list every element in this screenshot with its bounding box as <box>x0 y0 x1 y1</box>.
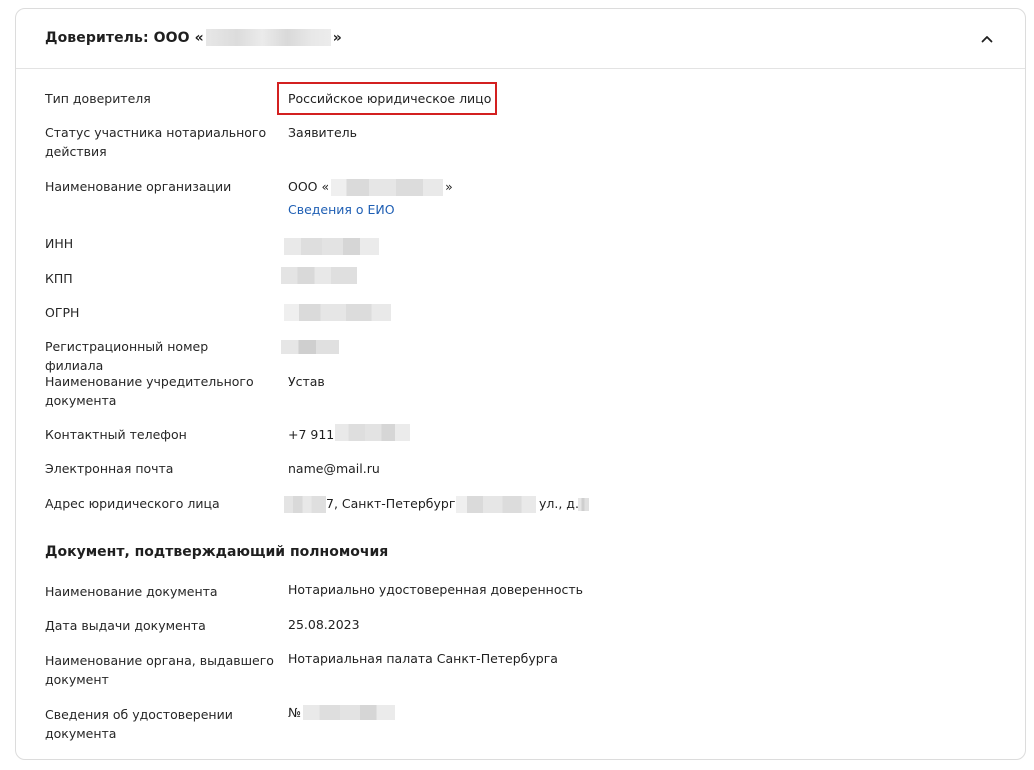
chevron-up-icon[interactable] <box>979 31 995 47</box>
issue-date-label: Дата выдачи документа <box>45 618 206 633</box>
phone-value: +7 911 <box>288 425 334 444</box>
ogrn-label: ОГРН <box>45 305 80 320</box>
org-name-label: Наименование организации <box>45 179 232 194</box>
principal-type-label: Тип доверителя <box>45 91 151 106</box>
redacted-inn <box>284 238 379 255</box>
redacted-street <box>456 496 536 513</box>
issuer-value: Нотариальная палата Санкт-Петербурга <box>288 651 558 666</box>
title-suffix: » <box>332 29 342 46</box>
certification-value: № <box>288 703 301 722</box>
participant-status-label: Статус участника нотариального действия <box>45 125 267 159</box>
redacted-kpp <box>281 267 357 284</box>
address-label: Адрес юридического лица <box>45 496 220 511</box>
address-part-1: 7, Санкт-Петербург, <box>326 496 460 511</box>
principal-card-header[interactable]: Доверитель: ООО « » <box>16 9 1025 69</box>
doc-name-label: Наименование документа <box>45 584 218 599</box>
org-name-prefix: ООО « <box>288 179 330 194</box>
title-prefix: Доверитель: ООО « <box>45 29 204 46</box>
phone-label: Контактный телефон <box>45 427 187 442</box>
redacted-house-number <box>578 498 589 511</box>
doc-name-value: Нотариально удостоверенная доверенность <box>288 582 584 597</box>
redacted-branch-reg-number <box>281 340 339 354</box>
authority-doc-section-title: Документ, подтверждающий полномочия <box>45 544 389 560</box>
redacted-org-name <box>205 29 331 46</box>
inn-label: ИНН <box>45 236 74 251</box>
org-name-suffix: » <box>445 179 453 194</box>
redacted-phone <box>335 424 410 441</box>
principal-card: Доверитель: ООО « » Тип доверителя Росси… <box>15 8 1026 760</box>
org-name-value: ООО « » <box>288 177 453 196</box>
email-value: name@mail.ru <box>288 461 380 476</box>
email-label: Электронная почта <box>45 461 174 476</box>
principal-card-title: Доверитель: ООО « » <box>45 29 342 46</box>
principal-type-value: Российское юридическое лицо <box>288 91 492 106</box>
branch-reg-number-label: Регистрационный номер филиала <box>45 339 209 373</box>
participant-status-value: Заявитель <box>288 125 358 140</box>
redacted-postal-code <box>284 496 326 513</box>
address-part-2: ул., д. <box>539 496 579 511</box>
issue-date-value: 25.08.2023 <box>288 617 360 632</box>
redacted-org-name-field <box>331 179 444 196</box>
eio-info-link[interactable]: Сведения о ЕИО <box>288 200 395 219</box>
founding-doc-value: Устав <box>288 374 325 389</box>
redacted-ogrn <box>284 304 391 321</box>
issuer-label: Наименование органа, выдавшего документ <box>45 653 274 687</box>
kpp-label: КПП <box>45 271 73 286</box>
founding-doc-label: Наименование учредительного документа <box>45 374 254 408</box>
redacted-certification-number <box>303 705 395 720</box>
certification-number-prefix: № <box>288 705 302 720</box>
phone-prefix: +7 911 <box>288 427 335 442</box>
certification-label: Сведения об удостоверении документа <box>45 707 233 741</box>
